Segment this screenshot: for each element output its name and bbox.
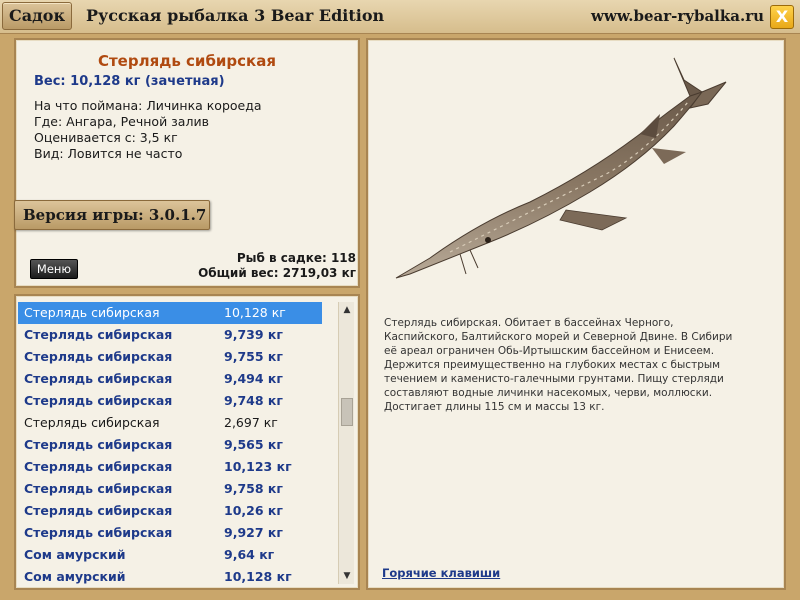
list-item-weight: 10,123 кг (224, 459, 292, 474)
list-item[interactable]: Сом амурский 9,64 кг (18, 544, 322, 566)
detail-rarity: Вид: Ловится не часто (34, 146, 183, 161)
list-item-fish-name: Стерлядь сибирская (24, 525, 173, 540)
list-item-fish-name: Стерлядь сибирская (24, 503, 173, 518)
tab-sadok[interactable]: Садок (2, 2, 72, 30)
list-item[interactable]: Стерлядь сибирская 9,748 кг (18, 390, 322, 412)
list-item[interactable]: Стерлядь сибирская 10,128 кг (18, 302, 322, 324)
detail-min-weight: Оценивается с: 3,5 кг (34, 130, 178, 145)
list-item[interactable]: Стерлядь сибирская 9,739 кг (18, 324, 322, 346)
list-item-weight: 10,26 кг (224, 503, 283, 518)
fish-weight: Вес: 10,128 кг (зачетная) (34, 74, 225, 89)
list-item-fish-name: Стерлядь сибирская (24, 415, 160, 430)
hotkeys-link[interactable]: Горячие клавиши (382, 566, 500, 580)
list-item[interactable]: Стерлядь сибирская 9,755 кг (18, 346, 322, 368)
list-item-fish-name: Стерлядь сибирская (24, 327, 173, 342)
list-item-weight: 10,128 кг (224, 569, 292, 584)
scroll-up-arrow-icon[interactable]: ▲ (339, 302, 355, 318)
list-item[interactable]: Стерлядь сибирская 9,565 кг (18, 434, 322, 456)
list-item-fish-name: Стерлядь сибирская (24, 349, 173, 364)
list-item-weight: 9,494 кг (224, 371, 283, 386)
fish-description: Стерлядь сибирская. Обитает в бассейнах … (384, 317, 733, 413)
list-item-fish-name: Стерлядь сибирская (24, 459, 173, 474)
catch-list[interactable]: Стерлядь сибирская 10,128 кг Стерлядь сиби… (18, 302, 322, 584)
list-item-fish-name: Стерлядь сибирская (24, 305, 160, 320)
scroll-thumb[interactable] (341, 397, 353, 426)
list-item-fish-name: Сом амурский (24, 547, 126, 562)
site-url-link[interactable]: www.bear-rybalka.ru (591, 7, 764, 25)
fish-count: Рыб в садке: 118 (236, 251, 356, 265)
close-button[interactable]: X (770, 5, 794, 29)
keepnet-stats: Рыб в садке: 118 Общий вес: 2719,03 кг (198, 251, 356, 281)
list-scrollbar[interactable]: ▲ ▼ (338, 302, 354, 584)
list-item-weight: 10,128 кг (224, 305, 286, 320)
fish-name-heading: Стерлядь сибирская (97, 52, 276, 70)
total-weight: Общий вес: 2719,03 кг (198, 266, 356, 280)
detail-location: Где: Ангара, Речной залив (34, 114, 209, 129)
list-item[interactable]: Стерлядь сибирская 10,123 кг (18, 456, 322, 478)
list-item-weight: 9,927 кг (224, 525, 283, 540)
list-item-fish-name: Стерлядь сибирская (24, 371, 173, 386)
list-item[interactable]: Стерлядь сибирская 2,697 кг (18, 412, 322, 434)
list-item-fish-name: Стерлядь сибирская (24, 481, 173, 496)
list-item-fish-name: Стерлядь сибирская (24, 393, 173, 408)
fish-details: На что поймана: Личинка короеда Где: Анг… (34, 98, 262, 162)
list-item[interactable]: Стерлядь сибирская 10,26 кг (18, 500, 322, 522)
list-item-weight: 9,739 кг (224, 327, 283, 342)
list-item[interactable]: Стерлядь сибирская 9,494 кг (18, 368, 322, 390)
list-item[interactable]: Стерлядь сибирская 9,758 кг (18, 478, 322, 500)
list-item-weight: 9,64 кг (224, 547, 275, 562)
detail-bait: На что поймана: Личинка короеда (34, 98, 262, 113)
list-item-weight: 9,758 кг (224, 481, 283, 496)
app-title: Русская рыбалка 3 Bear Edition (86, 6, 385, 25)
list-item[interactable]: Стерлядь сибирская 9,927 кг (18, 522, 322, 544)
list-item-weight: 9,565 кг (224, 437, 283, 452)
list-item-fish-name: Сом амурский (24, 569, 126, 584)
list-item-weight: 9,755 кг (224, 349, 283, 364)
scroll-down-arrow-icon[interactable]: ▼ (339, 568, 355, 584)
list-item[interactable]: Сом амурский 10,128 кг (18, 566, 322, 584)
sterlet-fish-image (395, 57, 727, 279)
title-bar: Садок Русская рыбалка 3 Bear Edition www… (0, 0, 800, 34)
list-item-fish-name: Стерлядь сибирская (24, 437, 173, 452)
list-item-weight: 9,748 кг (224, 393, 283, 408)
game-version-plate: Версия игры: 3.0.1.7 (14, 200, 210, 230)
menu-button[interactable]: Меню (30, 259, 78, 279)
list-item-weight: 2,697 кг (224, 415, 278, 430)
